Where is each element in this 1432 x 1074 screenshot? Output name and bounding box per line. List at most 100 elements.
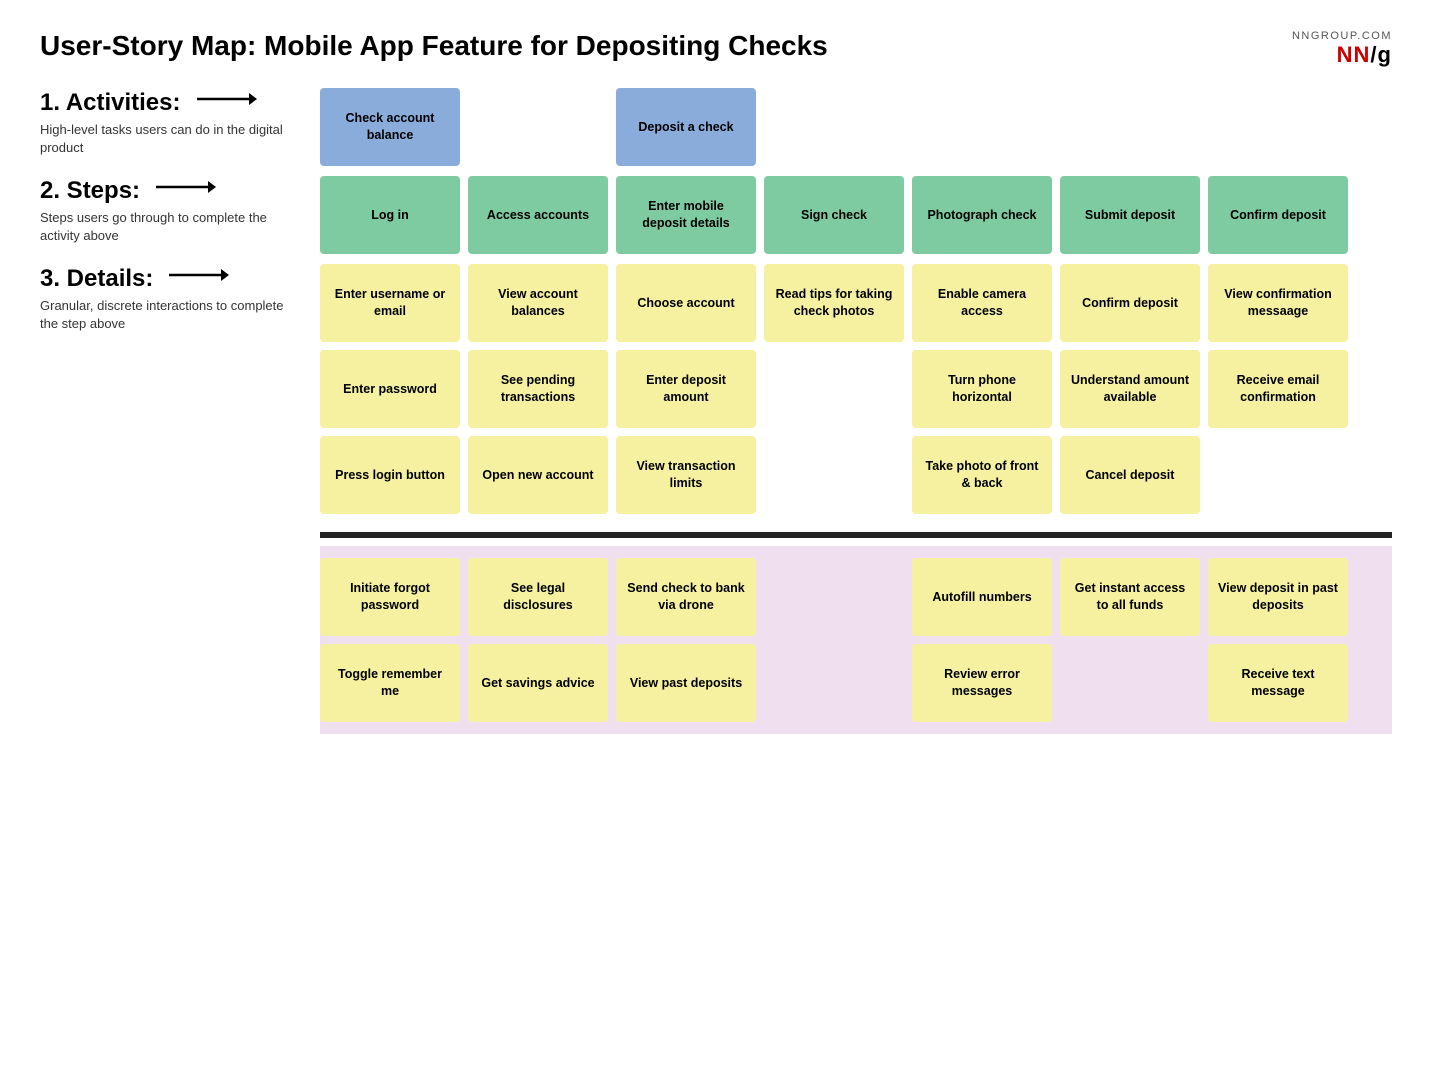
fuzzy-spacer [40, 546, 320, 734]
step-access-accounts: Access accounts [468, 176, 608, 254]
activities-desc: High-level tasks users can do in the dig… [40, 121, 300, 157]
details-label: 3. Details: Granular, discrete interacti… [40, 264, 320, 333]
logo-g: g [1378, 42, 1392, 67]
steps-label: 2. Steps: Steps users go through to comp… [40, 176, 320, 245]
step-submit-deposit: Submit deposit [1060, 176, 1200, 254]
fuzzy-review-error: Review error messages [912, 644, 1052, 722]
activities-row: 1. Activities: High-level tasks users ca… [40, 88, 1392, 166]
detail-view-transaction-limits: View transaction limits [616, 436, 756, 514]
details-desc: Granular, discrete interactions to compl… [40, 297, 300, 333]
detail-take-photo: Take photo of front & back [912, 436, 1052, 514]
detail-understand-amount: Understand amount available [1060, 350, 1200, 428]
col5-step: Photograph check [912, 176, 1052, 254]
col3-activity: Deposit a check [616, 88, 756, 166]
col2-details: View account balances See pending transa… [468, 264, 608, 514]
detail-choose-account: Choose account [616, 264, 756, 342]
col6-fuzzy: Get instant access to all funds [1060, 558, 1200, 722]
detail-open-new-account: Open new account [468, 436, 608, 514]
col1-activity: Check account balance [320, 88, 460, 166]
step-enter-mobile-deposit: Enter mobile deposit details [616, 176, 756, 254]
detail-enter-deposit-amount: Enter deposit amount [616, 350, 756, 428]
fuzzy-autofill: Autofill numbers [912, 558, 1052, 636]
col4-fuzzy [764, 558, 904, 722]
activities-arrow [197, 88, 257, 117]
detail-enter-password: Enter password [320, 350, 460, 428]
detail-confirm-deposit: Confirm deposit [1060, 264, 1200, 342]
col4-details: Read tips for taking check photos [764, 264, 904, 514]
col7-activity [1208, 88, 1348, 166]
nn-logo: NNGROUP.COM NN/g [1292, 30, 1392, 68]
col3-fuzzy: Send check to bank via drone View past d… [616, 558, 756, 722]
col3-details: Choose account Enter deposit amount View… [616, 264, 756, 514]
main-layout: 1. Activities: High-level tasks users ca… [40, 88, 1392, 734]
step-log-in: Log in [320, 176, 460, 254]
step-sign-check: Sign check [764, 176, 904, 254]
col1-details: Enter username or email Enter password P… [320, 264, 460, 514]
col1-step: Log in [320, 176, 460, 254]
fuzzy-row: Initiate forgot password Toggle remember… [40, 546, 1392, 734]
details-cards: Enter username or email Enter password P… [320, 264, 1392, 514]
col2-activity [468, 88, 608, 166]
card-empty-1 [468, 88, 608, 166]
fuzzy-view-past-deposits: View past deposits [616, 644, 756, 722]
col4-activity [764, 88, 904, 166]
fuzzy-receive-text: Receive text message [1208, 644, 1348, 722]
logo-nn: NN [1337, 42, 1371, 67]
fuzzy-initiate-forgot: Initiate forgot password [320, 558, 460, 636]
detail-press-login: Press login button [320, 436, 460, 514]
col7-details: View confirmation messaage Receive email… [1208, 264, 1348, 514]
fuzzy-view-deposit-past: View deposit in past deposits [1208, 558, 1348, 636]
col6-details: Confirm deposit Understand amount availa… [1060, 264, 1200, 514]
col6-step: Submit deposit [1060, 176, 1200, 254]
col2-step: Access accounts [468, 176, 608, 254]
page-title: User-Story Map: Mobile App Feature for D… [40, 30, 828, 62]
logo-brand: NN/g [1292, 42, 1392, 68]
steps-cards: Log in Access accounts Enter mobile depo… [320, 176, 1392, 254]
card-deposit-check: Deposit a check [616, 88, 756, 166]
col1-fuzzy: Initiate forgot password Toggle remember… [320, 558, 460, 722]
page-header: User-Story Map: Mobile App Feature for D… [40, 30, 1392, 68]
col4-step: Sign check [764, 176, 904, 254]
detail-enable-camera: Enable camera access [912, 264, 1052, 342]
logo-slash: / [1370, 42, 1377, 67]
detail-view-confirmation: View confirmation messaage [1208, 264, 1348, 342]
activities-cards: Check account balance Deposit a check [320, 88, 1392, 166]
steps-arrow [156, 176, 216, 205]
steps-title: 2. Steps: [40, 176, 300, 205]
activities-label: 1. Activities: High-level tasks users ca… [40, 88, 320, 157]
details-row: 3. Details: Granular, discrete interacti… [40, 264, 1392, 514]
details-title: 3. Details: [40, 264, 300, 293]
col5-details: Enable camera access Turn phone horizont… [912, 264, 1052, 514]
detail-read-tips: Read tips for taking check photos [764, 264, 904, 342]
detail-turn-phone: Turn phone horizontal [912, 350, 1052, 428]
col5-fuzzy: Autofill numbers Review error messages [912, 558, 1052, 722]
fuzzy-toggle-remember: Toggle remember me [320, 644, 460, 722]
details-arrow [169, 264, 229, 293]
fuzzy-see-legal: See legal disclosures [468, 558, 608, 636]
col3-step: Enter mobile deposit details [616, 176, 756, 254]
detail-view-balances: View account balances [468, 264, 608, 342]
detail-cancel-deposit: Cancel deposit [1060, 436, 1200, 514]
col7-step: Confirm deposit [1208, 176, 1348, 254]
card-check-account-balance: Check account balance [320, 88, 460, 166]
fuzzy-section: Initiate forgot password Toggle remember… [320, 546, 1392, 734]
detail-enter-username: Enter username or email [320, 264, 460, 342]
separator-container [40, 524, 1392, 546]
separator-line [320, 532, 1392, 538]
detail-receive-email: Receive email confirmation [1208, 350, 1348, 428]
fuzzy-get-savings: Get savings advice [468, 644, 608, 722]
steps-desc: Steps users go through to complete the a… [40, 209, 300, 245]
col6-activity [1060, 88, 1200, 166]
step-photograph-check: Photograph check [912, 176, 1052, 254]
fuzzy-get-instant-access: Get instant access to all funds [1060, 558, 1200, 636]
logo-text: NNGROUP.COM [1292, 30, 1392, 42]
separator-spacer [40, 524, 320, 546]
col2-fuzzy: See legal disclosures Get savings advice [468, 558, 608, 722]
detail-see-pending: See pending transactions [468, 350, 608, 428]
fuzzy-send-check-drone: Send check to bank via drone [616, 558, 756, 636]
col5-activity [912, 88, 1052, 166]
col7-fuzzy: View deposit in past deposits Receive te… [1208, 558, 1348, 722]
steps-row: 2. Steps: Steps users go through to comp… [40, 176, 1392, 254]
activities-title: 1. Activities: [40, 88, 300, 117]
step-confirm-deposit: Confirm deposit [1208, 176, 1348, 254]
